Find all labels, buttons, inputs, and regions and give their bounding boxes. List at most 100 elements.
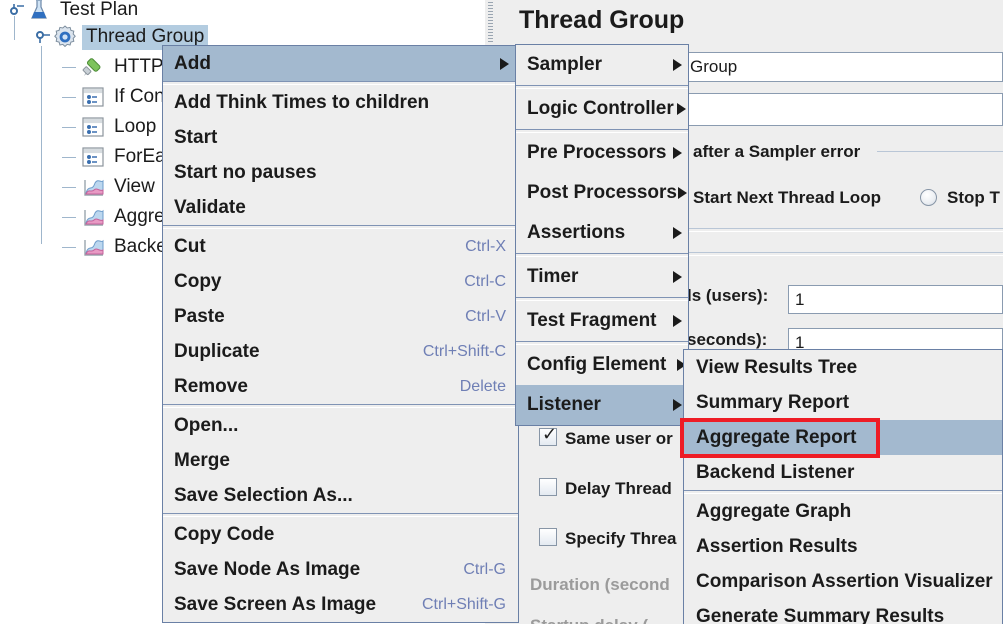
- name-field-value: Group: [690, 57, 738, 76]
- menu-item-label: Summary Report: [696, 391, 850, 413]
- menu-item-remove[interactable]: Remove Delete: [163, 369, 518, 404]
- menu-item-paste[interactable]: Paste Ctrl-V: [163, 299, 518, 334]
- menu-item-add-think-times[interactable]: Add Think Times to children: [163, 85, 518, 120]
- threads-input-value: 1: [795, 289, 805, 309]
- section-separator: [687, 252, 1003, 256]
- tree-item-label: View: [114, 175, 155, 197]
- menu-item-save-node-as-image[interactable]: Save Node As Image Ctrl-G: [163, 552, 518, 587]
- chevron-right-icon: [673, 315, 682, 327]
- menu-item-duplicate[interactable]: Duplicate Ctrl+Shift-C: [163, 334, 518, 369]
- menu-item-logic-controller[interactable]: Logic Controller: [516, 89, 688, 129]
- test-plan-icon: [26, 0, 52, 23]
- menu-item-assertion-results[interactable]: Assertion Results: [684, 529, 1002, 564]
- tree-branch-line: [62, 246, 76, 248]
- menu-item-open[interactable]: Open...: [163, 408, 518, 443]
- menu-item-sampler[interactable]: Sampler: [516, 45, 688, 85]
- add-submenu[interactable]: Sampler Logic Controller Pre Processors …: [515, 44, 689, 426]
- duration-label: Duration (second: [530, 575, 670, 594]
- menu-item-listener[interactable]: Listener: [516, 385, 688, 425]
- tree-item-http[interactable]: HTTP: [62, 52, 168, 82]
- menu-item-aggregate-report[interactable]: Aggregate Report: [684, 420, 1002, 455]
- menu-item-label: Logic Controller: [527, 98, 674, 119]
- chevron-right-icon: [673, 227, 682, 239]
- same-user-checkbox[interactable]: ✓: [539, 424, 557, 446]
- menu-item-label: Start: [174, 126, 218, 148]
- menu-item-backend-listener[interactable]: Backend Listener: [684, 455, 1002, 490]
- menu-item-label: Sampler: [527, 54, 602, 75]
- menu-item-start-no-pauses[interactable]: Start no pauses: [163, 155, 518, 190]
- tree-item-label: HTTP: [114, 55, 164, 77]
- tree-item-loop-controller[interactable]: Loop: [62, 112, 160, 142]
- menu-item-validate[interactable]: Validate: [163, 190, 518, 225]
- name-field[interactable]: Group: [683, 52, 1003, 82]
- listener-submenu[interactable]: View Results Tree Summary Report Aggrega…: [683, 349, 1003, 624]
- menu-item-label: Aggregate Graph: [696, 500, 852, 522]
- tree-branch-line: [62, 66, 76, 68]
- menu-item-test-fragment[interactable]: Test Fragment: [516, 301, 688, 341]
- tree-branch-line: [62, 126, 76, 128]
- menu-item-accelerator: Ctrl+Shift-C: [422, 342, 506, 360]
- logic-controller-icon: [80, 84, 106, 110]
- delay-thread-checkbox[interactable]: [539, 478, 557, 496]
- menu-item-comparison-assertion-visualizer[interactable]: Comparison Assertion Visualizer: [684, 564, 1002, 599]
- menu-item-accelerator: Ctrl-V: [465, 307, 506, 325]
- checkmark-icon: ✓: [542, 424, 558, 445]
- menu-item-copy-code[interactable]: Copy Code: [163, 517, 518, 552]
- delay-thread-label: Delay Thread: [565, 479, 672, 498]
- menu-item-label: Validate: [174, 196, 246, 218]
- specify-thread-checkbox[interactable]: [539, 528, 557, 546]
- menu-item-label: Listener: [527, 394, 601, 415]
- menu-item-assertions[interactable]: Assertions: [516, 213, 688, 253]
- menu-item-generate-summary-results[interactable]: Generate Summary Results: [684, 599, 1002, 624]
- menu-item-label: Duplicate: [174, 340, 260, 362]
- menu-item-accelerator: Delete: [459, 377, 506, 395]
- menu-item-summary-report[interactable]: Summary Report: [684, 385, 1002, 420]
- logic-controller-icon: [80, 144, 106, 170]
- menu-item-label: View Results Tree: [696, 356, 858, 378]
- menu-item-save-screen-as-image[interactable]: Save Screen As Image Ctrl+Shift-G: [163, 587, 518, 622]
- menu-item-label: Paste: [174, 305, 225, 327]
- menu-item-copy[interactable]: Copy Ctrl-C: [163, 264, 518, 299]
- menu-item-config-element[interactable]: Config Element: [516, 345, 688, 385]
- menu-item-label: Config Element: [527, 354, 667, 375]
- chevron-right-icon: [678, 187, 687, 199]
- menu-item-label: Copy Code: [174, 523, 275, 545]
- menu-item-add[interactable]: Add: [163, 46, 518, 81]
- logic-controller-icon: [80, 114, 106, 140]
- menu-item-cut[interactable]: Cut Ctrl-X: [163, 229, 518, 264]
- chevron-right-icon: [673, 271, 682, 283]
- menu-item-accelerator: Ctrl-G: [463, 560, 506, 578]
- threads-input[interactable]: 1: [788, 285, 1003, 314]
- same-user-label: Same user or: [565, 429, 673, 448]
- menu-item-view-results-tree[interactable]: View Results Tree: [684, 350, 1002, 385]
- menu-item-save-selection-as[interactable]: Save Selection As...: [163, 478, 518, 513]
- menu-item-label: Test Fragment: [527, 310, 657, 331]
- tree-branch-line: [62, 186, 76, 188]
- menu-item-timer[interactable]: Timer: [516, 257, 688, 297]
- tree-item-if-controller[interactable]: If Con: [62, 82, 169, 112]
- tree-item-aggregate-report[interactable]: Aggre: [62, 202, 169, 232]
- tree-expand-handle-icon[interactable]: [36, 29, 52, 45]
- sampler-error-group-label: after a Sampler error: [693, 142, 861, 161]
- context-menu[interactable]: Add Add Think Times to children Start St…: [162, 45, 519, 623]
- menu-item-accelerator: Ctrl-C: [464, 272, 506, 290]
- chevron-right-icon: [500, 57, 509, 70]
- menu-item-pre-processors[interactable]: Pre Processors: [516, 133, 688, 173]
- http-sampler-icon: [80, 54, 106, 80]
- chevron-right-icon: [677, 103, 686, 115]
- menu-item-merge[interactable]: Merge: [163, 443, 518, 478]
- specify-thread-label: Specify Threa: [565, 529, 677, 548]
- tree-item-view-results[interactable]: View: [62, 172, 159, 202]
- menu-item-label: Assertions: [527, 222, 626, 243]
- menu-item-post-processors[interactable]: Post Processors: [516, 173, 688, 213]
- menu-item-start[interactable]: Start: [163, 120, 518, 155]
- tree-item-backend-listener[interactable]: Backe: [62, 232, 171, 262]
- menu-item-aggregate-graph[interactable]: Aggregate Graph: [684, 494, 1002, 529]
- comments-field[interactable]: [683, 93, 1003, 126]
- listener-icon: [80, 174, 106, 200]
- thread-group-icon: [52, 24, 78, 50]
- tree-item-foreach-controller[interactable]: ForEa: [62, 142, 170, 172]
- tree-expand-handle-icon[interactable]: [10, 2, 26, 18]
- jmeter-window: Test Plan Thread Group HTTP If Con Loop …: [0, 0, 1003, 624]
- stop-thread-radio[interactable]: [920, 189, 937, 206]
